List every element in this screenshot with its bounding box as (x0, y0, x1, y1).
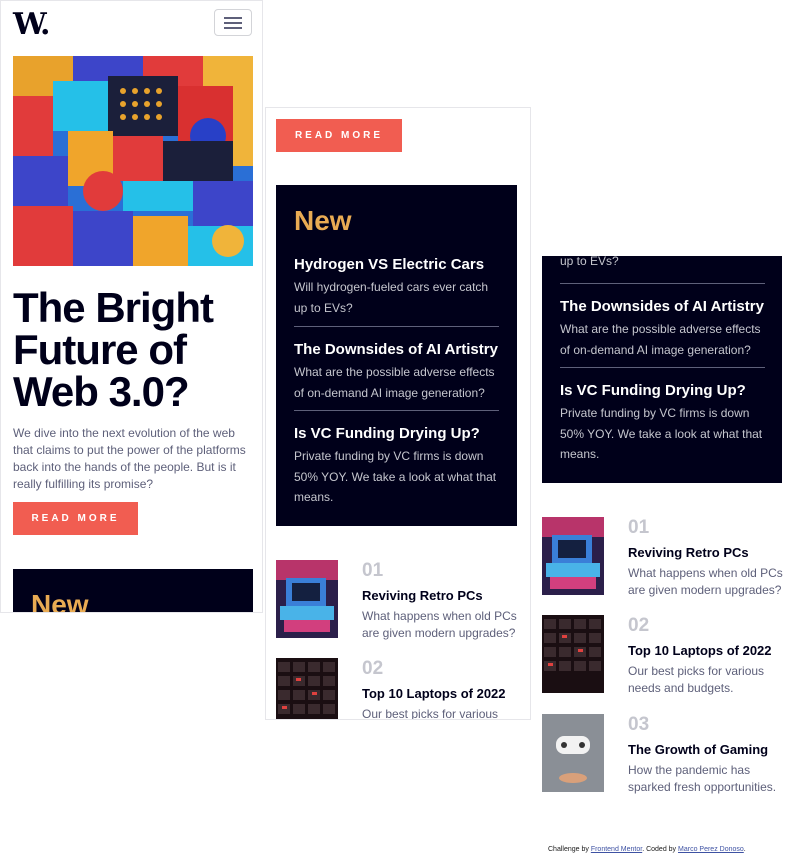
article-number: 01 (362, 560, 384, 581)
intro-text: We dive into the next evolution of the w… (13, 426, 246, 491)
article-number: 02 (628, 615, 650, 636)
article-desc: How the pandemic has sparked fresh oppor… (628, 763, 777, 794)
new-item-desc: Private funding by VC firms is down 50% … (560, 406, 763, 461)
new-item[interactable]: Hydrogen VS Electric Cars Will hydrogen-… (294, 255, 499, 318)
mobile-view-middle: READ MORE New Hydrogen VS Electric Cars … (265, 107, 531, 720)
divider (560, 367, 765, 368)
article-desc: What happens when old PCs are given mode… (628, 566, 783, 597)
new-section: New (13, 569, 253, 613)
article-desc: Our best picks for various needs and bud… (362, 707, 499, 720)
footer-prefix: Challenge by (548, 846, 589, 853)
top-article: 02 Top 10 Laptops of 2022 Our best picks… (276, 658, 526, 720)
hero-image (13, 56, 253, 266)
new-section: New Hydrogen VS Electric Cars Will hydro… (276, 185, 517, 526)
headline: The Bright Future of Web 3.0? (13, 284, 214, 415)
article-number: 01 (628, 517, 650, 538)
new-item-title[interactable]: Hydrogen VS Electric Cars (294, 255, 499, 274)
top-article: 03 The Growth of Gaming How the pandemic… (542, 714, 791, 794)
read-more-button[interactable]: READ MORE (13, 502, 138, 535)
attribution-footer: Challenge by Frontend Mentor. Coded by M… (548, 846, 746, 853)
top-article: 02 Top 10 Laptops of 2022 Our best picks… (542, 615, 791, 695)
laptop-keyboard-thumbnail (542, 615, 604, 693)
new-item[interactable]: The Downsides of AI Artistry What are th… (294, 340, 499, 403)
new-item-title[interactable]: The Downsides of AI Artistry (560, 297, 765, 316)
new-section-title: New (31, 589, 89, 613)
top-article: 01 Reviving Retro PCs What happens when … (276, 560, 526, 640)
read-more-button[interactable]: READ MORE (276, 119, 402, 152)
new-item-title[interactable]: Is VC Funding Drying Up? (560, 381, 765, 400)
mobile-view-bottom: up to EVs? The Downsides of AI Artistry … (540, 0, 791, 800)
new-item-title[interactable]: Is VC Funding Drying Up? (294, 424, 499, 443)
new-item-desc: Private funding by VC firms is down 50% … (294, 449, 497, 504)
new-item[interactable]: Is VC Funding Drying Up? Private funding… (560, 381, 765, 465)
divider (294, 410, 499, 411)
mobile-view-top: W. The Bright Future of Web 3.0? We dive… (0, 0, 263, 613)
article-number: 02 (362, 658, 384, 679)
frontend-mentor-link[interactable]: Frontend Mentor (591, 846, 642, 853)
logo[interactable]: W. (13, 7, 50, 42)
top-article: 01 Reviving Retro PCs What happens when … (542, 517, 791, 597)
article-title[interactable]: Reviving Retro PCs (362, 588, 483, 603)
retro-pc-thumbnail (542, 517, 604, 595)
laptop-keyboard-thumbnail (276, 658, 338, 719)
article-title[interactable]: Top 10 Laptops of 2022 (628, 643, 772, 658)
divider (294, 326, 499, 327)
hamburger-menu-icon[interactable] (214, 9, 252, 36)
footer-middle: . Coded by (642, 846, 677, 853)
retro-pc-thumbnail (276, 560, 338, 638)
author-link[interactable]: Marco Perez Donoso (678, 846, 744, 853)
new-item-desc: Will hydrogen-fueled cars ever catch up … (294, 280, 489, 315)
divider (560, 283, 765, 284)
gamepad-thumbnail (542, 714, 604, 792)
footer-suffix: . (743, 846, 746, 853)
new-item-title[interactable]: The Downsides of AI Artistry (294, 340, 499, 359)
article-title[interactable]: Reviving Retro PCs (628, 545, 749, 560)
new-item-desc-partial: up to EVs? (560, 254, 619, 268)
article-number: 03 (628, 714, 650, 735)
new-section: up to EVs? The Downsides of AI Artistry … (542, 254, 782, 483)
article-title[interactable]: The Growth of Gaming (628, 742, 768, 757)
new-section-title: New (294, 205, 352, 236)
article-desc: What happens when old PCs are given mode… (362, 609, 517, 640)
new-item-desc: What are the possible adverse effects of… (294, 365, 495, 400)
article-title[interactable]: Top 10 Laptops of 2022 (362, 686, 506, 701)
article-desc: Our best picks for various needs and bud… (628, 664, 765, 695)
new-item-desc: What are the possible adverse effects of… (560, 322, 761, 357)
new-item[interactable]: The Downsides of AI Artistry What are th… (560, 297, 765, 360)
new-item[interactable]: Is VC Funding Drying Up? Private funding… (294, 424, 499, 508)
